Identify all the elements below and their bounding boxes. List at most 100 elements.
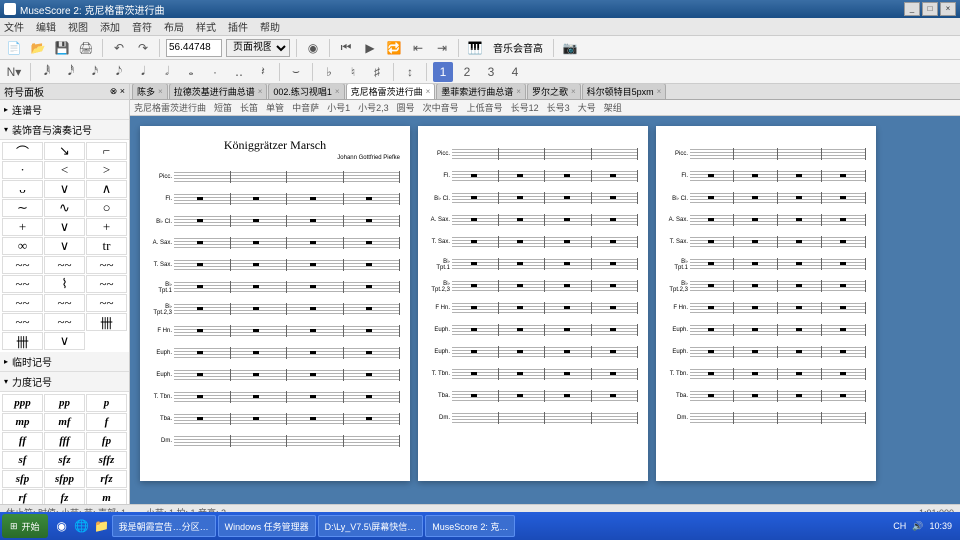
note-whole-icon[interactable]: 𝅝 — [181, 62, 201, 82]
camera-icon[interactable]: 📷 — [560, 38, 580, 58]
dynamic-sffz[interactable]: sffz — [86, 451, 127, 469]
tab-罗尔之歌[interactable]: 罗尔之歌× — [527, 84, 581, 99]
menu-plugins[interactable]: 插件 — [228, 19, 248, 34]
ornament-16[interactable]: ∨ — [44, 237, 85, 255]
start-button[interactable]: ⊞ 开始 — [2, 514, 48, 538]
voice-4-button[interactable]: 4 — [505, 62, 525, 82]
palette-section-ornaments[interactable]: 装饰音与演奏记号 — [0, 120, 129, 140]
taskbar-task[interactable]: 我是朝霞宣告…分区… — [112, 515, 216, 537]
zoom-input[interactable] — [166, 39, 222, 57]
ornament-15[interactable]: ∞ — [2, 237, 43, 255]
ornament-21[interactable]: ~~ — [2, 275, 43, 293]
dynamic-rf[interactable]: rf — [2, 489, 43, 504]
natural-icon[interactable]: ♮ — [343, 62, 363, 82]
part-短笛[interactable]: 短笛 — [214, 101, 232, 114]
dynamic-sfpp[interactable]: sfpp — [44, 470, 85, 488]
ornament-27[interactable]: ~~ — [2, 313, 43, 331]
ornament-2[interactable]: ⌐ — [86, 142, 127, 160]
menu-layout[interactable]: 布局 — [164, 19, 184, 34]
dynamic-f[interactable]: f — [86, 413, 127, 431]
note-64-icon[interactable]: 𝅘𝅥𝅱 — [37, 62, 57, 82]
dynamic-m[interactable]: m — [86, 489, 127, 504]
dynamic-ppp[interactable]: ppp — [2, 394, 43, 412]
loop-in-icon[interactable]: ⇤ — [408, 38, 428, 58]
dot-icon[interactable]: · — [205, 62, 225, 82]
ornament-24[interactable]: ~~ — [2, 294, 43, 312]
midi-icon[interactable]: 🎹 — [465, 38, 485, 58]
part-长号3[interactable]: 长号3 — [547, 101, 570, 114]
ornament-8[interactable]: ∧ — [86, 180, 127, 198]
save-icon[interactable]: 💾 — [52, 38, 72, 58]
menu-view[interactable]: 视图 — [68, 19, 88, 34]
menu-add[interactable]: 添加 — [100, 19, 120, 34]
flip-icon[interactable]: ↕ — [400, 62, 420, 82]
ornament-7[interactable]: ∨ — [44, 180, 85, 198]
tab-克尼格雷茨进行曲[interactable]: 克尼格雷茨进行曲× — [346, 84, 436, 99]
ornament-13[interactable]: ∨ — [44, 218, 85, 236]
metronome-icon[interactable]: ◉ — [303, 38, 323, 58]
score-viewport[interactable]: Königgrätzer Marsch Johann Gottfried Pie… — [130, 116, 960, 504]
note-16-icon[interactable]: 𝅘𝅥𝅯 — [85, 62, 105, 82]
rest-icon[interactable]: 𝄽 — [253, 62, 273, 82]
sharp-icon[interactable]: ♯ — [367, 62, 387, 82]
dynamic-rfz[interactable]: rfz — [86, 470, 127, 488]
tab-墨菲索进行曲总谱[interactable]: 墨菲索进行曲总谱× — [436, 84, 526, 99]
quick-launch-3[interactable]: 📁 — [92, 516, 112, 536]
part-架组[interactable]: 架组 — [604, 101, 622, 114]
ornament-14[interactable]: + — [86, 218, 127, 236]
tab-科尔顿特目5pxm[interactable]: 科尔顿特目5pxm× — [582, 84, 667, 99]
part-长号12[interactable]: 长号12 — [511, 101, 539, 114]
part-大号[interactable]: 大号 — [578, 101, 596, 114]
dynamic-sfp[interactable]: sfp — [2, 470, 43, 488]
ornament-4[interactable]: < — [44, 161, 85, 179]
tab-拉德茨基进行曲总谱[interactable]: 拉德茨基进行曲总谱× — [169, 84, 268, 99]
ornament-28[interactable]: ~~ — [44, 313, 85, 331]
tab-002.练习视唱1[interactable]: 002.练习视唱1× — [268, 84, 344, 99]
minimize-button[interactable]: _ — [904, 2, 920, 16]
dynamic-ff[interactable]: ff — [2, 432, 43, 450]
part-小号1[interactable]: 小号1 — [327, 101, 350, 114]
palette-section-time[interactable]: 临时记号 — [0, 352, 129, 372]
menu-file[interactable]: 文件 — [4, 19, 24, 34]
dynamic-sfz[interactable]: sfz — [44, 451, 85, 469]
ornament-11[interactable]: ○ — [86, 199, 127, 217]
dynamic-fff[interactable]: fff — [44, 432, 85, 450]
quick-launch-2[interactable]: 🌐 — [72, 516, 92, 536]
voice-2-button[interactable]: 2 — [457, 62, 477, 82]
ornament-10[interactable]: ∿ — [44, 199, 85, 217]
part-长笛[interactable]: 长笛 — [240, 101, 258, 114]
clock[interactable]: 10:39 — [929, 521, 952, 531]
taskbar-task[interactable]: D:\Ly_V7.5\屏幕快信… — [318, 515, 424, 537]
ornament-6[interactable]: ᴗ — [2, 180, 43, 198]
ornament-25[interactable]: ~~ — [44, 294, 85, 312]
lang-indicator[interactable]: CH — [893, 521, 906, 531]
palette-section-dynamics[interactable]: 力度记号 — [0, 372, 129, 392]
dynamic-sf[interactable]: sf — [2, 451, 43, 469]
close-button[interactable]: × — [940, 2, 956, 16]
tab-close-icon[interactable]: × — [158, 87, 163, 96]
note-input-icon[interactable]: N▾ — [4, 62, 24, 82]
ornament-5[interactable]: > — [86, 161, 127, 179]
dynamic-fp[interactable]: fp — [86, 432, 127, 450]
ornament-18[interactable]: ~~ — [2, 256, 43, 274]
note-32-icon[interactable]: 𝅘𝅥𝅰 — [61, 62, 81, 82]
dynamic-p[interactable]: p — [86, 394, 127, 412]
menu-help[interactable]: 帮助 — [260, 19, 280, 34]
tab-close-icon[interactable]: × — [516, 87, 521, 96]
part-克尼格雷茨进行曲[interactable]: 克尼格雷茨进行曲 — [134, 101, 206, 114]
quick-launch-1[interactable]: ◉ — [52, 516, 72, 536]
menu-edit[interactable]: 编辑 — [36, 19, 56, 34]
ornament-29[interactable]: 卌 — [86, 313, 127, 331]
ornament-30[interactable]: 卌 — [2, 332, 43, 350]
part-小号2,3[interactable]: 小号2,3 — [358, 101, 389, 114]
ornament-17[interactable]: tr — [86, 237, 127, 255]
print-icon[interactable]: 🖨 — [76, 38, 96, 58]
view-mode-select[interactable]: 页面视图 — [226, 39, 290, 57]
menu-style[interactable]: 样式 — [196, 19, 216, 34]
ornament-12[interactable]: + — [2, 218, 43, 236]
dynamic-mp[interactable]: mp — [2, 413, 43, 431]
ornament-3[interactable]: · — [2, 161, 43, 179]
taskbar-task[interactable]: MuseScore 2: 克… — [425, 515, 515, 537]
tab-close-icon[interactable]: × — [657, 87, 662, 96]
rewind-icon[interactable]: ⏮ — [336, 38, 356, 58]
